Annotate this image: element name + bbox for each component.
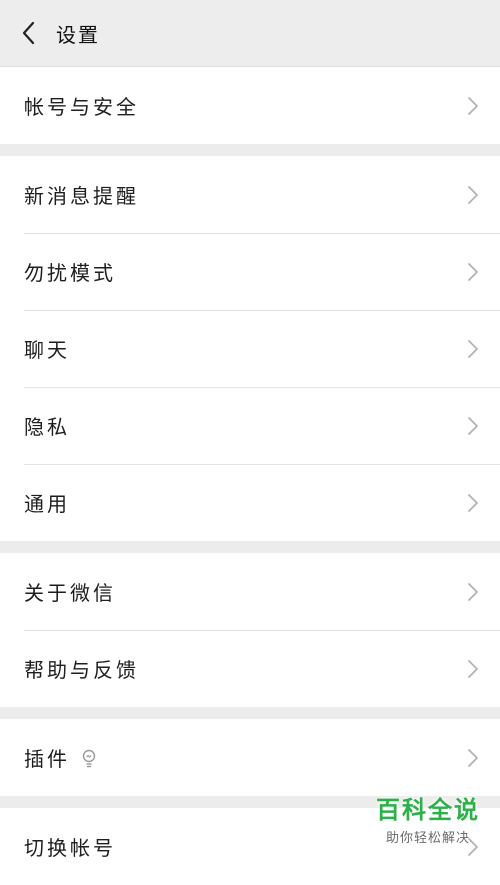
bulb-icon: [82, 749, 96, 767]
group-divider: [0, 707, 500, 719]
chevron-right-icon: [468, 262, 478, 281]
settings-item-label: 勿扰模式: [24, 261, 116, 285]
group-divider: [0, 541, 500, 553]
settings-item-account-security[interactable]: 帐号与安全: [0, 67, 500, 144]
group-divider: [0, 796, 500, 808]
chevron-right-icon: [468, 659, 478, 678]
settings-item-about-wechat[interactable]: 关于微信: [0, 553, 500, 630]
settings-item-do-not-disturb[interactable]: 勿扰模式: [0, 233, 500, 310]
back-button[interactable]: [0, 0, 56, 67]
chevron-right-icon: [468, 748, 478, 767]
settings-group-plugins: 插件: [0, 719, 500, 796]
settings-item-label: 插件: [24, 747, 70, 771]
page-title: 设置: [56, 22, 100, 47]
settings-item-label: 关于微信: [24, 581, 116, 605]
settings-group-general: 新消息提醒 勿扰模式 聊天 隐私 通用: [0, 156, 500, 541]
settings-item-label: 帮助与反馈: [24, 658, 139, 682]
chevron-left-icon: [22, 21, 35, 45]
chevron-right-icon: [468, 96, 478, 115]
settings-item-label: 通用: [24, 492, 70, 516]
top-bar: 设置: [0, 0, 500, 67]
chevron-right-icon: [468, 339, 478, 358]
settings-item-plugins[interactable]: 插件: [0, 719, 500, 796]
chevron-right-icon: [468, 582, 478, 601]
settings-item-label: 切换帐号: [24, 836, 116, 860]
settings-item-new-message-alerts[interactable]: 新消息提醒: [0, 156, 500, 233]
settings-item-label: 新消息提醒: [24, 184, 139, 208]
chevron-right-icon: [468, 185, 478, 204]
settings-group-about: 关于微信 帮助与反馈: [0, 553, 500, 707]
settings-item-chats[interactable]: 聊天: [0, 310, 500, 387]
settings-item-label: 帐号与安全: [24, 95, 139, 119]
chevron-right-icon: [468, 493, 478, 512]
chevron-right-icon: [468, 416, 478, 435]
settings-item-label: 隐私: [24, 415, 70, 439]
settings-item-help-feedback[interactable]: 帮助与反馈: [0, 630, 500, 707]
settings-item-privacy[interactable]: 隐私: [0, 387, 500, 464]
settings-group-account: 帐号与安全: [0, 67, 500, 144]
settings-item-switch-account[interactable]: 切换帐号: [0, 808, 500, 885]
settings-item-general[interactable]: 通用: [0, 464, 500, 541]
settings-item-label: 聊天: [24, 338, 70, 362]
group-divider: [0, 144, 500, 156]
chevron-right-icon: [468, 837, 478, 856]
settings-group-switch-account: 切换帐号: [0, 808, 500, 885]
